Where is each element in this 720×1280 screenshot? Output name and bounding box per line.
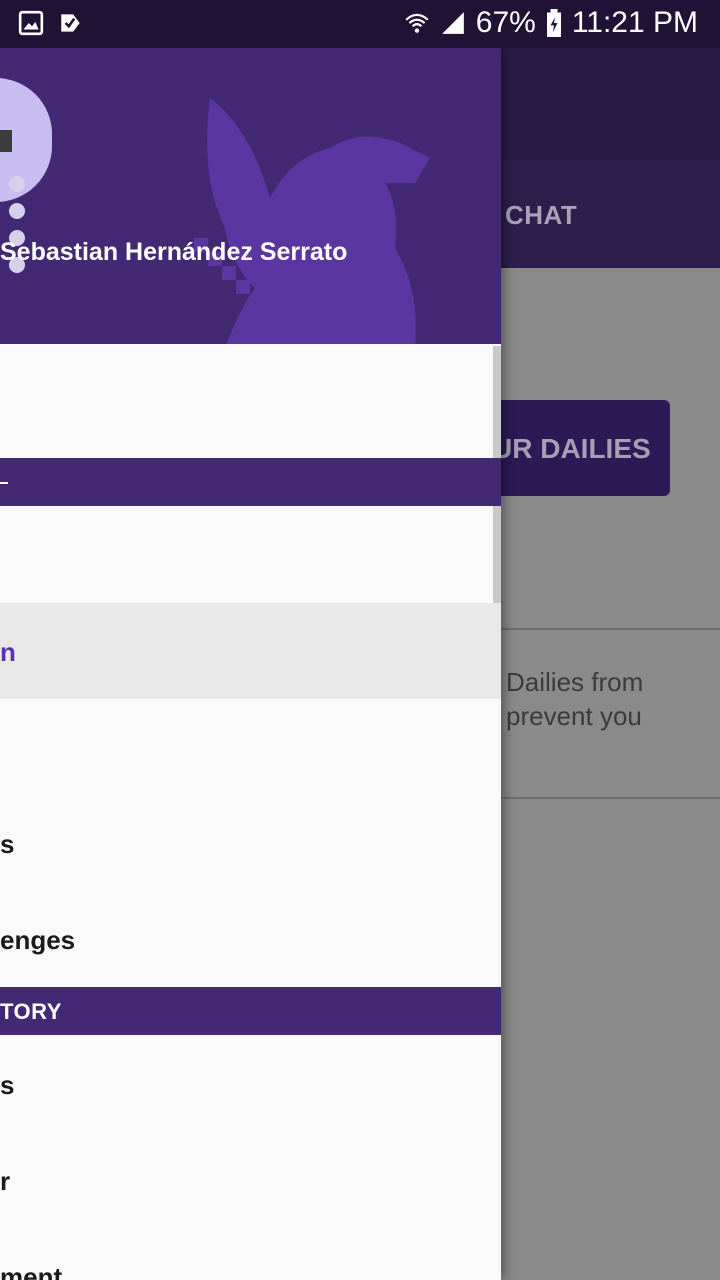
drawer-item[interactable]: s bbox=[0, 1036, 501, 1132]
dailies-description-line2: prevent you bbox=[506, 701, 642, 731]
wifi-icon bbox=[405, 13, 429, 33]
drawer-item[interactable] bbox=[0, 507, 501, 603]
divider bbox=[500, 628, 720, 630]
drawer-item-label: r bbox=[0, 1166, 11, 1196]
drawer-item-label: n bbox=[0, 637, 16, 667]
drawer-item-challenges[interactable]: enges bbox=[0, 891, 501, 987]
clock: 11:21 PM bbox=[571, 6, 698, 39]
drawer-item-equipment[interactable]: ment bbox=[0, 1228, 501, 1280]
avatar-sprite bbox=[0, 130, 12, 152]
drawer-item-label: s bbox=[0, 829, 15, 859]
tab-chat[interactable]: CHAT bbox=[505, 200, 577, 231]
battery-percent: 67% bbox=[475, 6, 536, 39]
avatar[interactable] bbox=[0, 78, 52, 202]
dailies-button-label: UR DAILIES bbox=[492, 433, 651, 464]
indicator-dot bbox=[9, 203, 25, 219]
drawer-header: Sebastian Hernández Serrato bbox=[0, 48, 501, 344]
section-header-label: TORY bbox=[0, 999, 62, 1024]
drawer-item[interactable]: s bbox=[0, 795, 501, 891]
drawer-item-label: enges bbox=[0, 925, 76, 955]
drawer-item[interactable] bbox=[0, 699, 501, 795]
status-bar: 67% 11:21 PM bbox=[0, 0, 720, 48]
section-header-dash bbox=[0, 482, 8, 484]
drawer-item-label: s bbox=[0, 1070, 15, 1100]
drawer-item-label: ment bbox=[0, 1262, 63, 1280]
griffin-logo-icon bbox=[194, 98, 430, 344]
drawer-section-header-inventory: TORY bbox=[0, 987, 501, 1035]
task-check-icon bbox=[61, 14, 80, 32]
battery-icon bbox=[546, 9, 561, 37]
drawer-item[interactable] bbox=[0, 346, 501, 442]
drawer-item[interactable]: r bbox=[0, 1132, 501, 1228]
drawer-item-selected[interactable]: n bbox=[0, 603, 501, 699]
gallery-icon bbox=[18, 10, 44, 36]
navigation-drawer: Sebastian Hernández Serrato n s enges TO… bbox=[0, 48, 501, 1280]
drawer-section-header bbox=[0, 458, 501, 506]
indicator-dot bbox=[9, 176, 25, 192]
user-name: Sebastian Hernández Serrato bbox=[0, 238, 348, 266]
signal-icon bbox=[441, 12, 464, 34]
dailies-description-line1: Dailies from bbox=[506, 667, 644, 697]
divider bbox=[500, 797, 720, 799]
